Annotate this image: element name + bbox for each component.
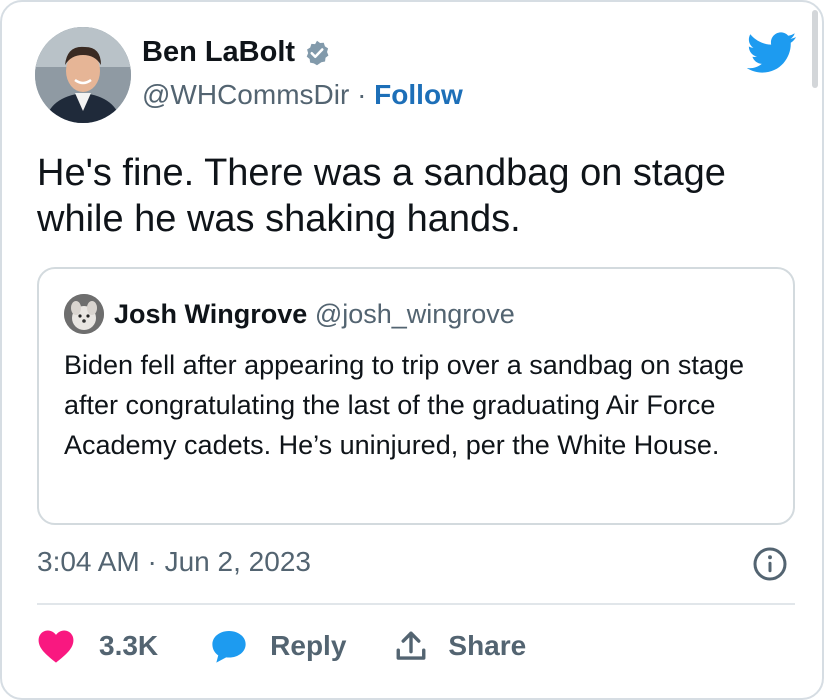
share-button[interactable]: Share [346, 628, 526, 664]
quoted-author-name[interactable]: Josh Wingrove [114, 299, 307, 329]
like-button[interactable]: 3.3K [37, 628, 158, 664]
heart-icon [38, 630, 74, 663]
divider [37, 603, 795, 605]
quoted-author-row: Josh Wingrove @josh_wingrove [114, 299, 515, 330]
follow-button[interactable]: Follow [374, 79, 463, 110]
like-count: 3.3K [99, 630, 159, 661]
reply-label: Reply [270, 630, 347, 661]
reply-button[interactable]: Reply [158, 628, 346, 664]
tweet-timestamp[interactable]: 3:04 AM · Jun 2, 2023 [37, 546, 311, 578]
tweet-text: He's fine. There was a sandbag on stage … [37, 152, 726, 240]
verified-badge-icon [306, 40, 329, 65]
share-icon [396, 631, 426, 660]
author-handle-row: @WHCommsDir · Follow [142, 79, 463, 111]
twitter-bird-icon[interactable] [747, 32, 797, 74]
author-avatar[interactable] [35, 27, 131, 123]
info-icon[interactable] [752, 546, 788, 582]
share-label: Share [448, 630, 527, 661]
quoted-author-avatar[interactable] [64, 294, 104, 334]
separator: · [357, 79, 367, 110]
quoted-tweet-text: Biden fell after appearing to trip over … [64, 350, 744, 460]
author-name-row: Ben LaBolt [142, 36, 331, 69]
author-handle[interactable]: @WHCommsDir [142, 79, 349, 110]
quoted-tweet[interactable]: Josh Wingrove @josh_wingrove Biden fell … [37, 267, 795, 525]
scrollbar[interactable] [812, 10, 818, 88]
action-bar: 3.3K Reply Share [37, 622, 526, 670]
quoted-author-handle[interactable]: @josh_wingrove [315, 299, 515, 329]
tweet-card: Ben LaBolt @WHCommsDir · Follow He's fin… [0, 0, 824, 700]
reply-bubble-icon [212, 630, 246, 663]
author-name[interactable]: Ben LaBolt [142, 36, 295, 69]
